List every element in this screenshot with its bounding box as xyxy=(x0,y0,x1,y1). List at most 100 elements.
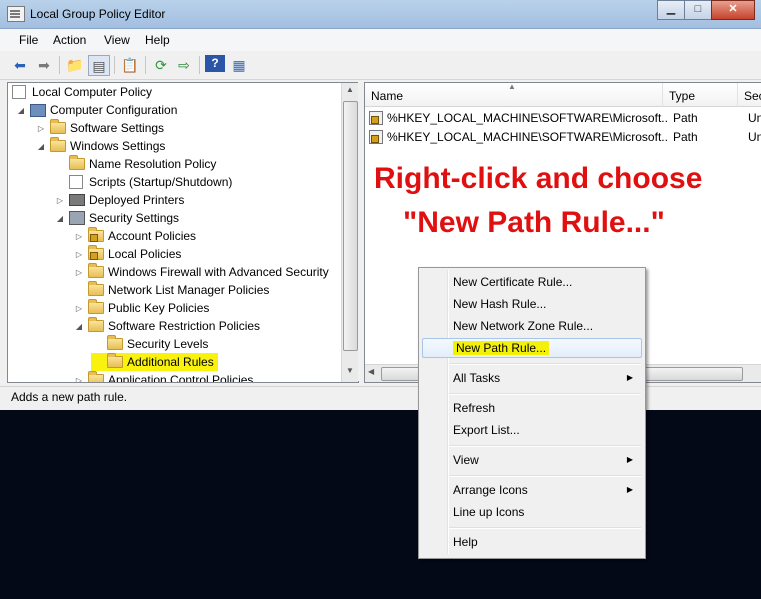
tree-item-windows-settings[interactable]: ◢ Windows Settings xyxy=(36,137,165,155)
rule-name: %HKEY_LOCAL_MACHINE\SOFTWARE\Microsoft..… xyxy=(387,110,667,125)
path-rule-icon xyxy=(369,110,383,125)
scrollbar-thumb[interactable] xyxy=(343,101,358,351)
properties-icon[interactable]: 📋 xyxy=(120,55,140,75)
tree-item-name-resolution-policy[interactable]: Name Resolution Policy xyxy=(55,155,216,173)
folder-icon xyxy=(69,155,85,170)
tree-item-software-settings[interactable]: ▷ Software Settings xyxy=(36,119,164,137)
menu-action[interactable]: Action xyxy=(53,33,86,47)
scroll-up-arrow-icon[interactable]: ▲ xyxy=(344,85,356,99)
menu-file[interactable]: File xyxy=(19,33,38,47)
show-hide-tree-icon[interactable]: ▤ xyxy=(88,55,110,76)
expand-arrow-icon[interactable]: ▷ xyxy=(36,124,46,133)
list-row[interactable]: %HKEY_LOCAL_MACHINE\SOFTWARE\Microsoft..… xyxy=(365,108,761,127)
expand-arrow-icon[interactable]: ▷ xyxy=(55,196,65,205)
help-icon[interactable]: ? xyxy=(205,55,225,72)
folder-icon xyxy=(88,317,104,332)
menu-refresh[interactable]: Refresh xyxy=(422,398,642,418)
column-label: Name xyxy=(371,89,404,103)
column-header-name[interactable]: Name ▲ xyxy=(365,83,663,107)
menu-new-hash-rule[interactable]: New Hash Rule... xyxy=(422,294,642,314)
security-settings-icon xyxy=(69,211,85,225)
collapse-arrow-icon[interactable]: ◢ xyxy=(16,106,26,115)
tree-item-application-control-policies[interactable]: ▷ Application Control Policies xyxy=(74,371,253,383)
back-arrow-icon[interactable]: ⬅ xyxy=(10,55,30,75)
tree-item-software-restriction-policies[interactable]: ◢ Software Restriction Policies xyxy=(74,317,260,335)
forward-arrow-icon[interactable]: ➡ xyxy=(34,55,54,75)
menu-view[interactable]: View ▶ xyxy=(422,450,642,470)
gpedit-app-icon xyxy=(7,6,25,22)
tree-item-scripts[interactable]: Scripts (Startup/Shutdown) xyxy=(55,173,232,191)
expand-arrow-icon[interactable]: ▷ xyxy=(74,304,84,313)
menu-export-list[interactable]: Export List... xyxy=(422,420,642,440)
status-text: Adds a new path rule. xyxy=(11,390,128,404)
menu-line-up-icons[interactable]: Line up Icons xyxy=(422,502,642,522)
menu-view[interactable]: View xyxy=(104,33,130,47)
menu-help[interactable]: Help xyxy=(145,33,170,47)
tree-label: Computer Configuration xyxy=(50,103,178,117)
expand-arrow-icon[interactable]: ▷ xyxy=(74,376,84,383)
status-bar: Adds a new path rule. xyxy=(0,386,761,407)
list-row[interactable]: %HKEY_LOCAL_MACHINE\SOFTWARE\Microsoft..… xyxy=(365,127,761,146)
close-button[interactable]: ✕ xyxy=(711,0,755,20)
rule-name: %HKEY_LOCAL_MACHINE\SOFTWARE\Microsoft..… xyxy=(387,129,667,144)
refresh-icon[interactable]: ⟳ xyxy=(151,55,171,75)
tree-item-deployed-printers[interactable]: ▷ Deployed Printers xyxy=(55,191,184,209)
tree-item-network-list-manager[interactable]: Network List Manager Policies xyxy=(74,281,269,299)
tree-label: Account Policies xyxy=(108,229,197,243)
tree-item-public-key-policies[interactable]: ▷ Public Key Policies xyxy=(74,299,209,317)
collapse-arrow-icon[interactable]: ◢ xyxy=(55,214,65,223)
folder-icon xyxy=(50,137,66,152)
export-list-icon[interactable]: ⇨ xyxy=(174,55,194,75)
arrange-icons-label: Arrange Icons xyxy=(453,483,528,497)
collapse-arrow-icon[interactable]: ◢ xyxy=(74,322,84,331)
tree-item-computer-configuration[interactable]: ◢ Computer Configuration xyxy=(16,101,177,119)
tree-item-security-levels[interactable]: Security Levels xyxy=(93,335,208,353)
expand-arrow-icon[interactable]: ▷ xyxy=(74,232,84,241)
folder-icon xyxy=(88,371,104,382)
view-label: View xyxy=(453,453,479,467)
all-tasks-label: All Tasks xyxy=(453,371,501,385)
menu-help[interactable]: Help xyxy=(422,532,642,552)
folder-icon xyxy=(50,119,66,134)
tree-item-windows-firewall[interactable]: ▷ Windows Firewall with Advanced Securit… xyxy=(74,263,329,281)
window-controls: ▁ □ ✕ xyxy=(657,0,755,20)
menu-new-path-rule[interactable]: New Path Rule... xyxy=(422,338,642,358)
tree-item-account-policies[interactable]: ▷ Account Policies xyxy=(74,227,196,245)
rule-type: Path xyxy=(673,129,698,144)
toolbar-separator xyxy=(59,56,60,74)
title-bar: Local Group Policy Editor ▁ □ ✕ xyxy=(0,0,761,29)
menu-new-network-zone-rule[interactable]: New Network Zone Rule... xyxy=(422,316,642,336)
pane-splitter[interactable] xyxy=(358,82,363,381)
up-folder-icon[interactable]: 📁 xyxy=(65,55,85,75)
minimize-button[interactable]: ▁ xyxy=(657,0,685,20)
expand-arrow-icon[interactable]: ▷ xyxy=(74,250,84,259)
expand-arrow-icon[interactable]: ▷ xyxy=(74,268,84,277)
tree-label: Security Levels xyxy=(127,337,209,351)
annotation-line-2: "New Path Rule..." xyxy=(403,206,665,239)
tree-label: Local Computer Policy xyxy=(32,85,153,99)
scroll-down-arrow-icon[interactable]: ▼ xyxy=(344,366,356,380)
tree-item-security-settings[interactable]: ◢ Security Settings xyxy=(55,209,179,227)
action-pane-icon[interactable]: ▦ xyxy=(229,55,249,75)
tree-item-local-computer-policy[interactable]: Local Computer Policy xyxy=(12,83,152,101)
menu-bar: File Action View Help xyxy=(0,29,761,51)
column-header-type[interactable]: Type xyxy=(663,83,738,107)
collapse-arrow-icon[interactable]: ◢ xyxy=(36,142,46,151)
menu-arrange-icons[interactable]: Arrange Icons ▶ xyxy=(422,480,642,500)
maximize-button[interactable]: □ xyxy=(684,0,712,20)
menu-all-tasks[interactable]: All Tasks ▶ xyxy=(422,368,642,388)
folder-icon xyxy=(107,353,123,368)
tree-label: Additional Rules xyxy=(127,355,214,369)
locked-folder-icon xyxy=(88,227,104,242)
toolbar: ⬅ ➡ 📁 ▤ 📋 ⟳ ⇨ ? ▦ xyxy=(0,52,761,80)
column-header-security[interactable]: Secu xyxy=(738,83,761,107)
menu-separator xyxy=(449,475,641,477)
tree-item-local-policies[interactable]: ▷ Local Policies xyxy=(74,245,181,263)
folder-icon xyxy=(88,299,104,314)
menu-new-certificate-rule[interactable]: New Certificate Rule... xyxy=(422,272,642,292)
tree-vertical-scrollbar[interactable]: ▲ ▼ xyxy=(341,83,358,382)
tree-item-additional-rules[interactable]: Additional Rules xyxy=(91,353,218,371)
toolbar-separator xyxy=(114,56,115,74)
console-tree: Local Computer Policy ◢ Computer Configu… xyxy=(7,82,359,383)
scroll-left-arrow-icon[interactable]: ◀ xyxy=(368,367,374,376)
